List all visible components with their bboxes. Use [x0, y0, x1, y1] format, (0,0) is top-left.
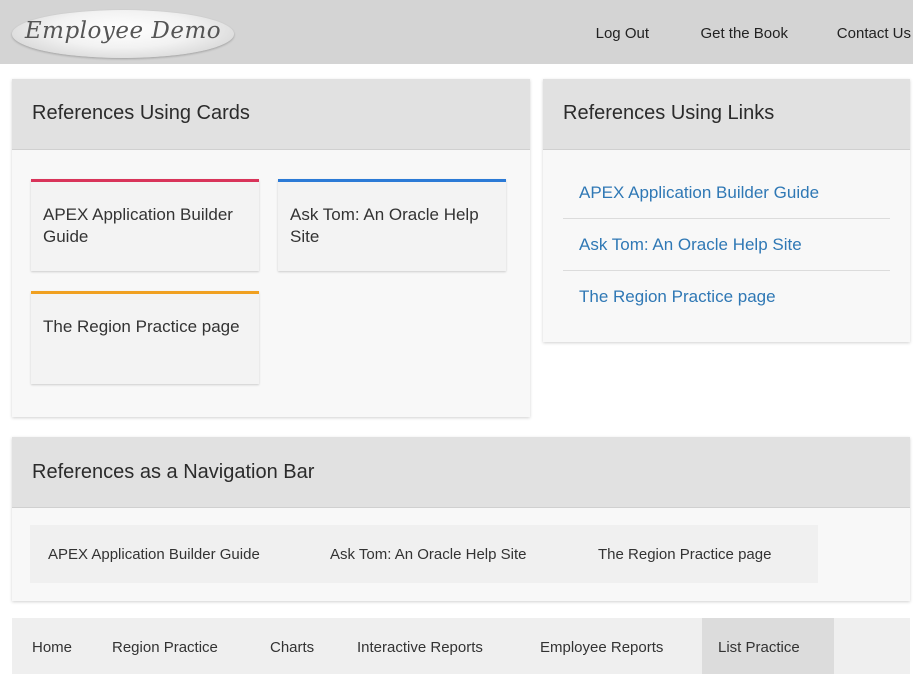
navbar-item-ask-tom[interactable]: Ask Tom: An Oracle Help Site: [330, 546, 526, 563]
card-accent-bar: [278, 179, 506, 182]
reference-navigation-bar: APEX Application Builder Guide Ask Tom: …: [30, 525, 818, 583]
card-label: The Region Practice page: [43, 317, 240, 336]
link-divider: [563, 218, 890, 219]
links-region-title: References Using Links: [563, 102, 775, 124]
navbar-region: References as a Navigation Bar APEX Appl…: [12, 437, 910, 601]
link-region-practice[interactable]: The Region Practice page: [579, 287, 776, 307]
card-label: APEX Application Builder Guide: [43, 205, 233, 246]
navbar-item-region-practice[interactable]: The Region Practice page: [598, 546, 771, 563]
tab-employee-reports[interactable]: Employee Reports: [540, 618, 663, 674]
card-ask-tom[interactable]: Ask Tom: An Oracle Help Site: [278, 179, 506, 271]
card-accent-bar: [31, 179, 259, 182]
tab-region-practice[interactable]: Region Practice: [112, 618, 218, 674]
navbar-region-header: References as a Navigation Bar: [12, 437, 910, 508]
bottom-tab-bar: Home Region Practice Charts Interactive …: [12, 618, 910, 674]
link-ask-tom[interactable]: Ask Tom: An Oracle Help Site: [579, 235, 802, 255]
card-label: Ask Tom: An Oracle Help Site: [290, 205, 479, 246]
get-the-book-link[interactable]: Get the Book: [700, 25, 788, 42]
cards-region-header: References Using Cards: [12, 79, 530, 150]
tab-list-practice[interactable]: List Practice: [702, 618, 834, 674]
tab-home[interactable]: Home: [32, 618, 72, 674]
app-logo[interactable]: Employee Demo: [12, 10, 234, 58]
links-region: References Using Links APEX Application …: [543, 79, 910, 342]
card-region-practice[interactable]: The Region Practice page: [31, 291, 259, 384]
navbar-region-title: References as a Navigation Bar: [32, 461, 315, 483]
link-apex-builder-guide[interactable]: APEX Application Builder Guide: [579, 183, 819, 203]
cards-region-title: References Using Cards: [32, 102, 250, 124]
tab-charts[interactable]: Charts: [270, 618, 314, 674]
card-apex-builder-guide[interactable]: APEX Application Builder Guide: [31, 179, 259, 271]
tab-interactive-reports[interactable]: Interactive Reports: [357, 618, 483, 674]
cards-region: References Using Cards APEX Application …: [12, 79, 530, 417]
card-accent-bar: [31, 291, 259, 294]
navbar-item-apex-builder-guide[interactable]: APEX Application Builder Guide: [48, 546, 260, 563]
contact-us-link[interactable]: Contact Us: [837, 25, 911, 42]
links-region-header: References Using Links: [543, 79, 910, 150]
top-navigation-bar: Employee Demo Log Out Get the Book Conta…: [0, 0, 913, 64]
logo-text: Employee Demo: [24, 18, 222, 44]
link-divider: [563, 270, 890, 271]
log-out-link[interactable]: Log Out: [596, 25, 649, 42]
